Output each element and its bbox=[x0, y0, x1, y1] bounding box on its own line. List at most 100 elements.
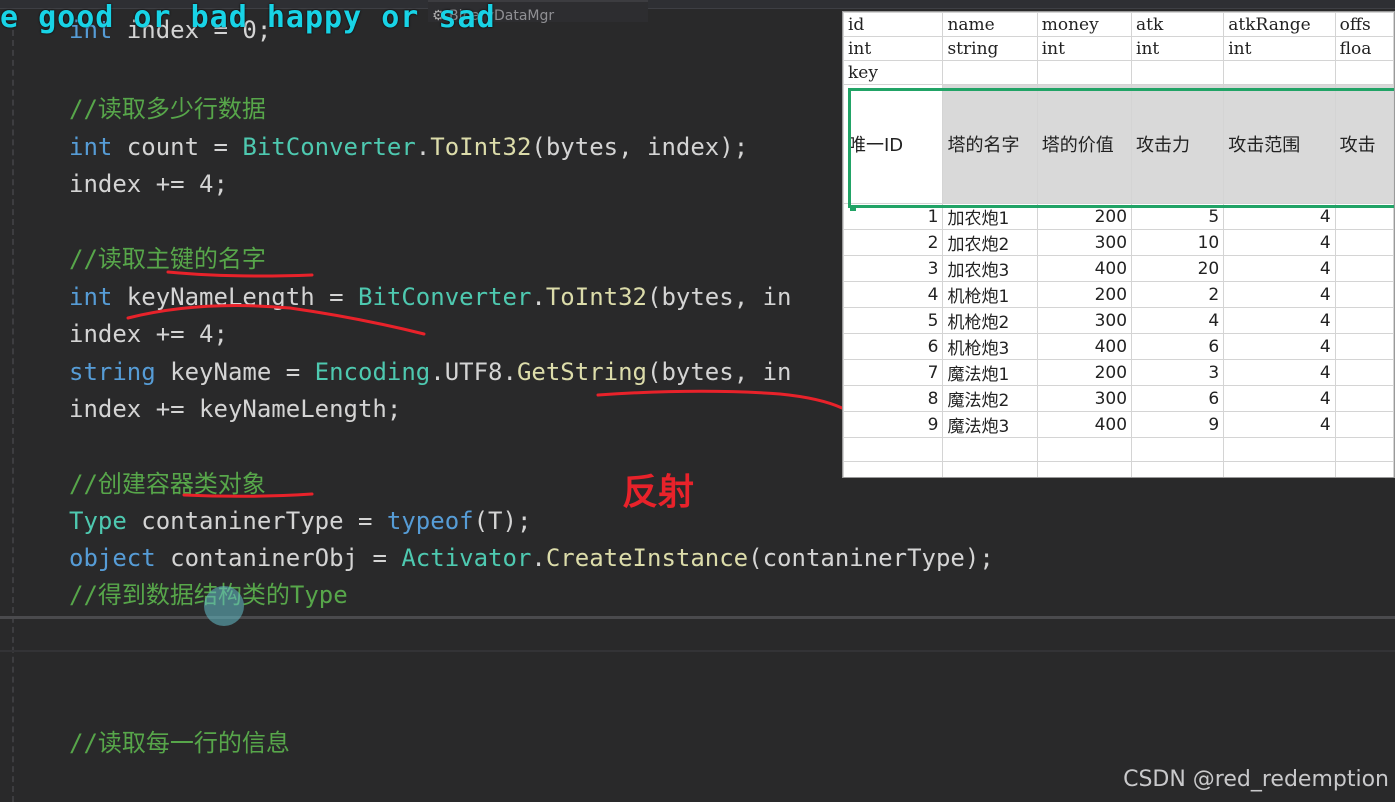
sheet-row bbox=[843, 437, 1394, 462]
sheet-cell[interactable] bbox=[942, 437, 1038, 462]
sheet-cell[interactable]: 2 bbox=[1131, 281, 1225, 308]
code-line[interactable]: int count = BitConverter.ToInt32(bytes, … bbox=[69, 130, 748, 164]
sheet-cell[interactable]: 4 bbox=[1223, 229, 1336, 256]
code-token: int bbox=[69, 133, 113, 161]
sheet-cell[interactable]: 4 bbox=[1223, 411, 1336, 438]
sheet-cell[interactable]: 3 bbox=[843, 255, 944, 282]
code-line[interactable]: //读取多少行数据 bbox=[69, 92, 266, 126]
sheet-cell[interactable]: 6 bbox=[1131, 385, 1225, 412]
sheet-cell[interactable]: key bbox=[843, 60, 944, 85]
sheet-cell[interactable]: offs bbox=[1334, 12, 1394, 37]
sheet-cell[interactable] bbox=[1131, 437, 1225, 462]
sheet-cell[interactable]: 300 bbox=[1036, 385, 1133, 412]
sheet-cell[interactable]: 4 bbox=[1223, 359, 1336, 386]
sheet-cell[interactable]: 魔法炮2 bbox=[942, 385, 1038, 412]
sheet-cell[interactable]: int bbox=[1131, 36, 1225, 61]
code-token: . bbox=[531, 283, 546, 311]
sheet-cell[interactable]: 加农炮2 bbox=[942, 229, 1038, 256]
sheet-cell[interactable]: atk bbox=[1131, 12, 1225, 37]
sheet-cell[interactable]: name bbox=[942, 12, 1038, 37]
sheet-cell[interactable]: 5 bbox=[843, 307, 944, 334]
sheet-cell[interactable] bbox=[1036, 60, 1133, 85]
sheet-cell[interactable] bbox=[1223, 461, 1336, 477]
sheet-cell[interactable]: 4 bbox=[1131, 307, 1225, 334]
sheet-cell[interactable]: 6 bbox=[843, 333, 944, 360]
code-comment-read-rows[interactable]: //读取每一行的信息 bbox=[69, 726, 290, 760]
sheet-cell[interactable]: 200 bbox=[1036, 359, 1133, 386]
code-line[interactable]: int keyNameLength = BitConverter.ToInt32… bbox=[69, 280, 792, 314]
sheet-cell[interactable] bbox=[1334, 411, 1394, 438]
sheet-cell[interactable] bbox=[1223, 437, 1336, 462]
sheet-cell[interactable]: 4 bbox=[1223, 333, 1336, 360]
sheet-cell[interactable] bbox=[942, 461, 1038, 477]
sheet-cell[interactable]: 4 bbox=[1223, 281, 1336, 308]
code-line[interactable]: string keyName = Encoding.UTF8.GetString… bbox=[69, 355, 792, 389]
code-line[interactable]: //读取主键的名字 bbox=[69, 242, 266, 276]
sheet-cell[interactable] bbox=[1334, 307, 1394, 334]
sheet-cell[interactable]: 300 bbox=[1036, 229, 1133, 256]
sheet-cell[interactable]: 魔法炮1 bbox=[942, 359, 1038, 386]
sheet-cell[interactable]: 2 bbox=[843, 229, 944, 256]
sheet-cell[interactable] bbox=[1036, 437, 1133, 462]
sheet-cell[interactable]: money bbox=[1036, 12, 1133, 37]
sheet-cell[interactable]: 6 bbox=[1131, 333, 1225, 360]
sheet-cell[interactable] bbox=[1334, 60, 1394, 85]
sheet-cell[interactable]: int bbox=[1223, 36, 1336, 61]
code-line[interactable]: //创建容器类对象 bbox=[69, 467, 266, 501]
mouse-cursor-highlight bbox=[204, 586, 244, 626]
sheet-cell[interactable] bbox=[1131, 60, 1225, 85]
sheet-cell[interactable]: 机枪炮3 bbox=[942, 333, 1038, 360]
sheet-cell[interactable]: atkRange bbox=[1223, 12, 1336, 37]
selection-fill-handle[interactable] bbox=[850, 205, 856, 211]
sheet-cell[interactable]: id bbox=[843, 12, 944, 37]
sheet-cell[interactable]: 7 bbox=[843, 359, 944, 386]
sheet-cell[interactable] bbox=[843, 437, 944, 462]
sheet-cell[interactable]: 9 bbox=[1131, 411, 1225, 438]
sheet-cell[interactable] bbox=[1131, 461, 1225, 477]
code-line[interactable]: index += 4; bbox=[69, 167, 228, 201]
code-line[interactable]: index += 4; bbox=[69, 317, 228, 351]
sheet-cell[interactable]: 机枪炮2 bbox=[942, 307, 1038, 334]
sheet-cell[interactable]: 10 bbox=[1131, 229, 1225, 256]
sheet-cell[interactable]: int bbox=[843, 36, 944, 61]
sheet-cell[interactable]: 400 bbox=[1036, 333, 1133, 360]
sheet-cell[interactable]: 魔法炮3 bbox=[942, 411, 1038, 438]
sheet-cell[interactable]: 9 bbox=[843, 411, 944, 438]
sheet-cell[interactable] bbox=[1334, 333, 1394, 360]
sheet-cell[interactable]: string bbox=[942, 36, 1038, 61]
sheet-cell[interactable] bbox=[1334, 281, 1394, 308]
sheet-cell[interactable] bbox=[1334, 437, 1394, 462]
sheet-cell[interactable]: 300 bbox=[1036, 307, 1133, 334]
code-token: (bytes, in bbox=[647, 283, 792, 311]
sheet-cell[interactable]: 4 bbox=[843, 281, 944, 308]
sheet-cell[interactable]: 400 bbox=[1036, 255, 1133, 282]
sheet-cell[interactable]: 4 bbox=[1223, 255, 1336, 282]
sheet-cell[interactable]: 8 bbox=[843, 385, 944, 412]
code-line[interactable]: object contaninerObj = Activator.CreateI… bbox=[69, 541, 994, 575]
sheet-cell[interactable] bbox=[1334, 461, 1394, 477]
sheet-cell[interactable] bbox=[843, 461, 944, 477]
code-line[interactable]: index += keyNameLength; bbox=[69, 392, 401, 426]
sheet-cell[interactable]: 3 bbox=[1131, 359, 1225, 386]
sheet-cell[interactable]: int bbox=[1036, 36, 1133, 61]
sheet-row: 5 机枪炮2 300 4 4 bbox=[843, 307, 1394, 334]
sheet-cell[interactable] bbox=[1334, 255, 1394, 282]
sheet-cell[interactable]: 20 bbox=[1131, 255, 1225, 282]
sheet-cell[interactable] bbox=[1334, 229, 1394, 256]
code-token: (bytes, in bbox=[647, 358, 792, 386]
sheet-cell[interactable]: 400 bbox=[1036, 411, 1133, 438]
spreadsheet-overlay[interactable]: id name money atk atkRange offs int string int in… bbox=[842, 11, 1395, 478]
sheet-cell[interactable] bbox=[942, 60, 1038, 85]
sheet-cell[interactable]: 4 bbox=[1223, 385, 1336, 412]
sheet-cell[interactable]: 4 bbox=[1223, 307, 1336, 334]
sheet-cell[interactable] bbox=[1223, 60, 1336, 85]
code-token: //读取主键的名字 bbox=[69, 245, 266, 273]
sheet-cell[interactable]: floa bbox=[1334, 36, 1394, 61]
sheet-cell[interactable]: 加农炮3 bbox=[942, 255, 1038, 282]
sheet-cell[interactable] bbox=[1036, 461, 1133, 477]
sheet-cell[interactable]: 200 bbox=[1036, 281, 1133, 308]
sheet-cell[interactable] bbox=[1334, 385, 1394, 412]
sheet-cell[interactable] bbox=[1334, 359, 1394, 386]
sheet-cell[interactable]: 机枪炮1 bbox=[942, 281, 1038, 308]
code-line[interactable]: Type contaninerType = typeof(T); bbox=[69, 504, 531, 538]
